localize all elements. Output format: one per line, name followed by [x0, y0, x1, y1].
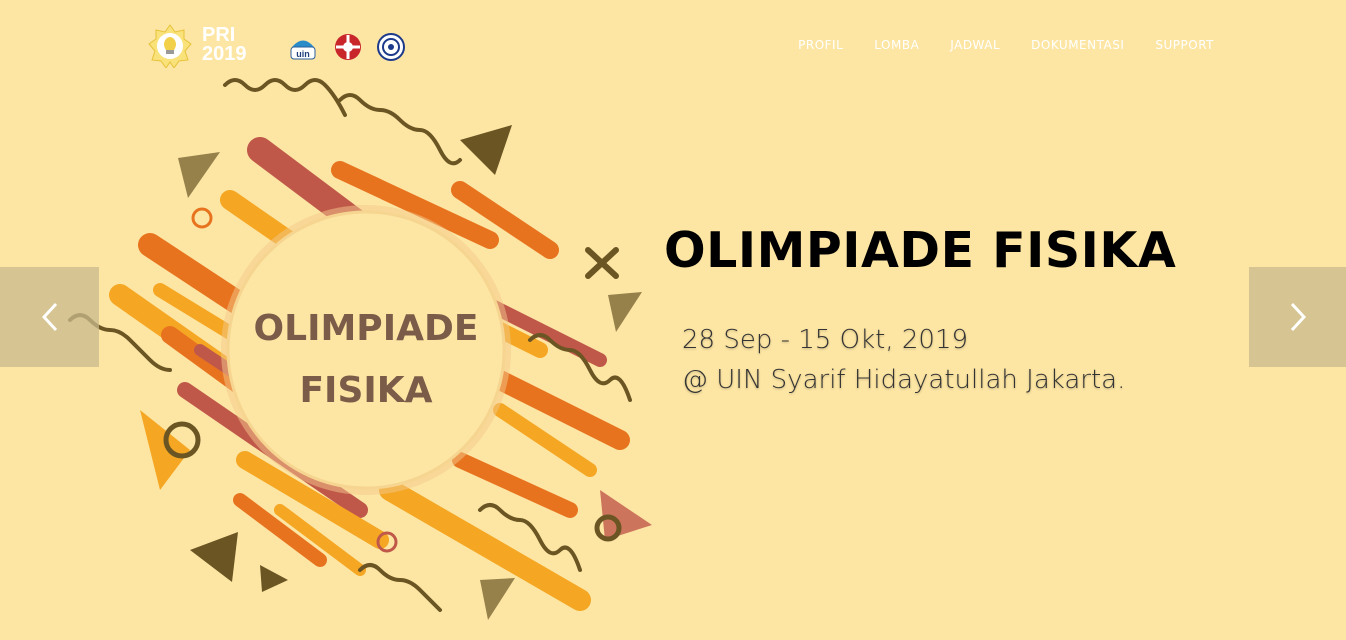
event-badge: OLIMPIADE FISIKA — [221, 205, 511, 495]
nav-item-dokumentasi[interactable]: DOKUMENTASI — [1031, 38, 1124, 52]
uin-logo-icon[interactable]: uin — [288, 32, 318, 62]
brand-logo[interactable]: PRI 2019 — [148, 24, 248, 70]
chevron-right-icon — [1290, 302, 1306, 332]
brand-line-2: 2019 — [202, 43, 247, 65]
hero-title: OLIMPIADE FISIKA — [664, 222, 1177, 279]
brand-name: PRI 2019 — [202, 25, 247, 65]
event-venue: @ UIN Syarif Hidayatullah Jakarta. — [682, 365, 1126, 395]
hero-illustration: OLIMPIADE FISIKA — [68, 78, 652, 620]
lightbulb-badge-icon — [148, 24, 192, 68]
svg-text:uin: uin — [296, 49, 310, 59]
nav-item-support[interactable]: SUPPORT — [1155, 38, 1214, 52]
carousel-next-button[interactable] — [1249, 267, 1346, 367]
carousel-prev-button[interactable] — [0, 267, 99, 367]
society-seal-icon[interactable] — [376, 32, 406, 62]
badge-line-1: OLIMPIADE — [254, 308, 479, 349]
badge-line-2: FISIKA — [299, 370, 432, 411]
hero-subtitle: 28 Sep - 15 Okt, 2019 @ UIN Syarif Hiday… — [682, 320, 1125, 400]
nav-menu: PROFIL LOMBA JADWAL DOKUMENTASI SUPPORT — [798, 38, 1214, 52]
nav-item-jadwal[interactable]: JADWAL — [950, 38, 1000, 52]
faculty-emblem-icon[interactable] — [333, 32, 363, 62]
nav-item-profil[interactable]: PROFIL — [798, 38, 843, 52]
nav-item-lomba[interactable]: LOMBA — [874, 38, 919, 52]
event-date: 28 Sep - 15 Okt, 2019 — [682, 325, 969, 355]
chevron-left-icon — [41, 302, 57, 332]
